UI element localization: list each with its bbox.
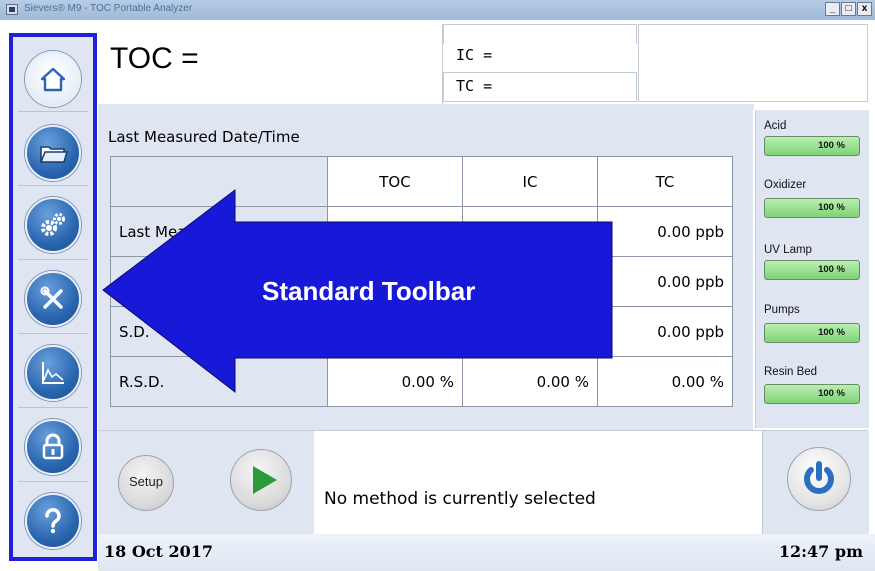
measurement-panel: Last Measured Date/Time TOC IC TC Last M… <box>98 110 753 430</box>
table-cell: 0.00 ppb <box>462 256 598 307</box>
method-status: No method is currently selected <box>324 489 596 509</box>
column-header-ic: IC <box>462 156 598 207</box>
toolbar-divider <box>18 407 88 408</box>
folder-icon <box>39 146 68 163</box>
table-row: R.S.D. 0.00 % 0.00 % 0.00 % <box>110 356 733 407</box>
table-cell: 0.00 ppb <box>462 306 598 357</box>
chart-icon <box>42 362 64 384</box>
window-controls: _ □ x <box>825 2 872 16</box>
row-label: S.D. <box>110 306 328 357</box>
home-button[interactable] <box>25 51 81 107</box>
row-label: R.S.D. <box>110 356 328 407</box>
gauge-resin-bed[interactable]: 100 % <box>764 384 860 404</box>
standard-toolbar <box>9 33 97 561</box>
settings-button[interactable] <box>25 197 81 253</box>
toolbar-divider <box>18 481 88 482</box>
table-cell: 0.00 % <box>597 356 733 407</box>
header-info-box <box>638 24 868 102</box>
row-label: Last Measured <box>110 206 328 257</box>
lock-icon <box>42 433 64 460</box>
table-cell: 0.00 ppb <box>597 306 733 357</box>
start-button[interactable] <box>230 449 292 511</box>
toolbar-divider <box>18 259 88 260</box>
table-cell: 0.00 ppb <box>462 206 598 257</box>
status-date: 18 Oct 2017 <box>104 542 214 561</box>
gauge-label-resin-bed: Resin Bed <box>764 366 818 378</box>
column-header-tc: TC <box>597 156 733 207</box>
column-header-toc: TOC <box>327 156 463 207</box>
gauge-oxidizer[interactable]: 100 % <box>764 198 860 218</box>
setup-button[interactable]: Setup <box>118 455 174 511</box>
action-bar: Setup No method is currently selected <box>98 430 869 535</box>
files-button[interactable] <box>25 125 81 181</box>
maximize-button[interactable]: □ <box>841 2 856 16</box>
gauge-acid[interactable]: 100 % <box>764 136 860 156</box>
gauge-pumps[interactable]: 100 % <box>764 323 860 343</box>
window-title: Sievers® M9 - TOC Portable Analyzer <box>24 3 193 14</box>
home-icon <box>40 67 66 92</box>
data-button[interactable] <box>25 345 81 401</box>
status-time: 12:47 pm <box>778 542 863 561</box>
gauge-label-pumps: Pumps <box>764 304 800 316</box>
table-row: Last Measured 0.00 ppb 0.00 ppb 0.00 ppb <box>110 206 733 257</box>
table-caption: Last Measured Date/Time <box>108 128 300 146</box>
minimize-button[interactable]: _ <box>825 2 840 16</box>
table-cell: 0.00 ppb <box>327 206 463 257</box>
table-cell: 0.00 ppb <box>597 256 733 307</box>
gauge-label-oxidizer: Oxidizer <box>764 179 807 191</box>
power-zone <box>762 431 869 534</box>
tc-readout-box: TC = <box>443 72 637 102</box>
help-button[interactable] <box>25 493 81 549</box>
ic-readout: IC = <box>456 46 493 64</box>
table-row: S.D. 0.00 ppb 0.00 ppb 0.00 ppb <box>110 306 733 357</box>
window-titlebar: Sievers® M9 - TOC Portable Analyzer _ □ … <box>0 0 875 20</box>
gauge-uv-lamp[interactable]: 100 % <box>764 260 860 280</box>
toolbar-divider <box>18 185 88 186</box>
app-icon <box>6 4 18 15</box>
gears-icon <box>41 213 65 236</box>
table-cell: 0.00 ppb <box>597 206 733 257</box>
tc-readout: TC = <box>456 77 493 95</box>
power-button[interactable] <box>787 447 851 511</box>
power-icon <box>804 461 834 494</box>
action-buttons-zone: Setup <box>98 431 314 534</box>
security-button[interactable] <box>25 419 81 475</box>
table-header-row: TOC IC TC <box>110 156 733 207</box>
gauge-label-uv-lamp: UV Lamp <box>764 244 812 256</box>
toc-readout: TOC = <box>110 42 199 75</box>
ic-readout-box: IC = <box>443 24 637 64</box>
maintenance-button[interactable] <box>25 271 81 327</box>
table-cell: 0.00 % <box>327 356 463 407</box>
toolbar-divider <box>18 333 88 334</box>
help-icon <box>45 508 61 534</box>
table-corner-cell <box>110 156 328 207</box>
status-bar: 18 Oct 2017 12:47 pm <box>98 534 875 571</box>
close-button[interactable]: x <box>857 2 872 16</box>
table-cell: 0.00 ppb <box>327 306 463 357</box>
table-cell: 0.00 % <box>462 356 598 407</box>
tools-icon <box>40 286 63 309</box>
toolbar-divider <box>18 111 88 112</box>
annotation-label: Standard Toolbar <box>262 276 476 306</box>
consumables-panel: Acid 100 % Oxidizer 100 % UV Lamp 100 % … <box>755 110 869 428</box>
gauge-label-acid: Acid <box>764 120 787 132</box>
